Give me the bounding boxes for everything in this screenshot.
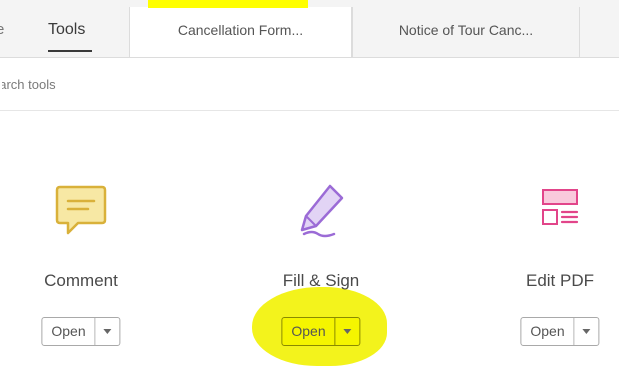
open-button[interactable]: Open [282, 318, 336, 345]
tool-card-edit-pdf[interactable]: Edit PDF Open [485, 180, 619, 350]
tab-document-label: Cancellation Form... [177, 22, 304, 38]
tab-document-notice-of-tour[interactable]: Notice of Tour Canc... [352, 7, 580, 57]
active-tab-underline [48, 50, 92, 52]
tab-home[interactable]: e [0, 0, 22, 57]
open-dropdown-button[interactable] [575, 318, 599, 345]
caret-down-icon [343, 329, 352, 334]
tool-name: Comment [44, 271, 118, 290]
caret-down-icon [582, 329, 591, 334]
search-tools-input[interactable] [0, 70, 302, 98]
tab-document-cancellation-form[interactable]: Cancellation Form... [129, 7, 352, 57]
open-button-group: Open [41, 317, 121, 346]
search-bar [0, 58, 619, 111]
highlight-mark [148, 0, 308, 8]
tab-bar: e Tools Cancellation Form... Notice of T… [0, 0, 619, 58]
open-button[interactable]: Open [521, 318, 575, 345]
edit-pdf-icon [529, 180, 591, 242]
open-dropdown-button[interactable] [336, 318, 360, 345]
open-button-group: Open [520, 317, 600, 346]
tool-name: Fill & Sign [282, 271, 360, 290]
tool-card-comment[interactable]: Comment Open [6, 180, 156, 350]
caret-down-icon [103, 329, 112, 334]
tool-name: Edit PDF [525, 271, 595, 290]
open-button[interactable]: Open [42, 318, 96, 345]
open-dropdown-button[interactable] [96, 318, 120, 345]
comment-icon [50, 180, 112, 242]
tab-tools[interactable]: Tools [30, 0, 128, 57]
tab-document-label: Notice of Tour Canc... [398, 22, 534, 38]
open-button-group: Open [281, 317, 361, 346]
pen-sign-icon [290, 180, 352, 242]
tab-home-label: e [0, 21, 5, 38]
tool-card-fill-sign[interactable]: Fill & Sign Open [246, 180, 396, 350]
tab-tools-label: Tools [48, 21, 86, 38]
